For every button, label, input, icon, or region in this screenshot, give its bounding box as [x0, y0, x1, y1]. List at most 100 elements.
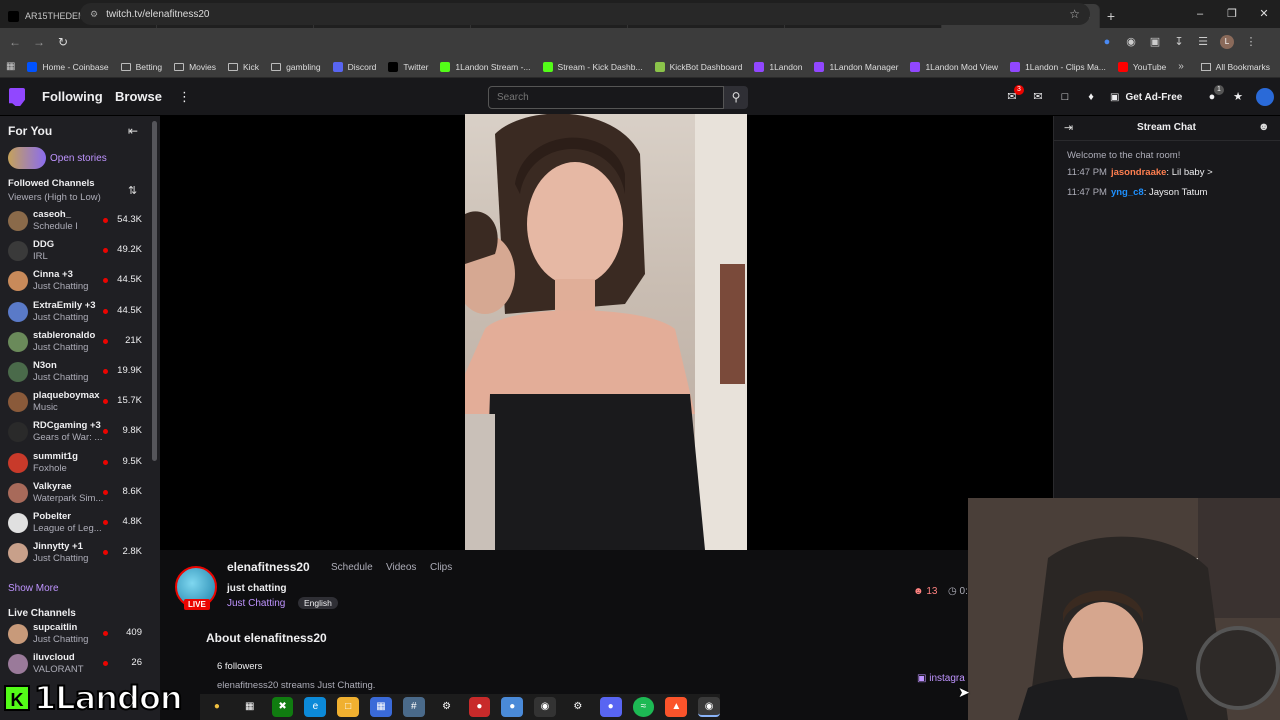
store-icon[interactable]: ▦: [370, 697, 392, 717]
back-icon[interactable]: ←: [3, 35, 27, 49]
bookmark-label: gambling: [286, 61, 321, 72]
download-icon[interactable]: ↧: [1172, 35, 1186, 49]
nav-following[interactable]: Following: [42, 89, 103, 104]
sort-icon[interactable]: ⇅: [128, 184, 137, 197]
stream-category-link[interactable]: Just Chatting: [227, 598, 285, 609]
more-bookmarks-icon[interactable]: »: [1178, 61, 1184, 72]
reload-icon[interactable]: ↻: [51, 35, 75, 49]
bookmark-item[interactable]: 1Landon Mod View: [910, 61, 998, 72]
chat-username[interactable]: yng_c8: [1111, 187, 1144, 198]
extension-icon[interactable]: ◉: [1124, 35, 1138, 49]
discord-icon[interactable]: ●: [599, 697, 622, 717]
get-ad-free-button[interactable]: ▣ Get Ad-Free: [1110, 87, 1182, 107]
stream-video-frame[interactable]: [465, 114, 747, 550]
extension-logo-icon[interactable]: ★: [1231, 89, 1245, 105]
bookmark-item[interactable]: Twitter: [388, 61, 428, 72]
browser-menu-icon[interactable]: ⋮: [1244, 35, 1258, 49]
sidebar-channel-item[interactable]: supcaitlin Just Chatting 409: [0, 619, 160, 649]
search-input[interactable]: [488, 86, 724, 109]
language-tag[interactable]: English: [298, 597, 338, 609]
crown-icon[interactable]: ♦: [1084, 89, 1098, 105]
task-view-icon[interactable]: ▦: [239, 697, 261, 717]
spotify-icon[interactable]: ≈: [632, 697, 655, 717]
bookmark-item[interactable]: Stream - Kick Dashb...: [542, 61, 643, 72]
about-heading: About elenafitness20: [206, 631, 327, 645]
nav-browse[interactable]: Browse: [115, 89, 162, 104]
windows-taskbar: ● ▦ ✖ e □ ▦ # ⚙ ● ● ◉ ⚙ ● ≈ ▲ ◉: [200, 694, 720, 720]
bookmark-item[interactable]: Betting: [120, 62, 162, 72]
sidebar-scrollbar[interactable]: [152, 121, 157, 461]
puzzle-icon[interactable]: ▣: [1148, 35, 1162, 49]
bookmark-item[interactable]: KickBot Dashboard: [654, 61, 742, 72]
calculator-icon[interactable]: #: [402, 697, 425, 717]
tab-schedule[interactable]: Schedule: [331, 562, 373, 573]
sidebar-channel-item[interactable]: Jinnytty +1 Just Chatting 2.8K: [0, 538, 160, 568]
channel-name: DDG: [33, 239, 55, 251]
forward-icon[interactable]: →: [27, 35, 51, 49]
mail-icon[interactable]: ✉: [1031, 89, 1045, 105]
brave-icon[interactable]: ▲: [665, 697, 688, 717]
chat-username[interactable]: jasondraake: [1111, 167, 1166, 178]
new-tab-button[interactable]: +: [1100, 4, 1122, 28]
media-icon[interactable]: ☰: [1196, 35, 1210, 49]
settings-icon[interactable]: ⚙: [436, 697, 458, 717]
open-stories-button[interactable]: Open stories: [8, 147, 107, 169]
twitch-logo-icon[interactable]: [9, 88, 25, 106]
bookmark-favicon-icon: [332, 61, 343, 72]
sidebar-channel-item[interactable]: ExtraEmily +3 Just Chatting 44.5K: [0, 297, 160, 327]
bookmark-item[interactable]: Kick: [228, 62, 259, 72]
chrome-icon[interactable]: ◉: [698, 697, 720, 717]
edge-icon[interactable]: e: [304, 697, 327, 717]
search-icon[interactable]: ⚲: [724, 86, 748, 109]
close-window-icon[interactable]: ✕: [1248, 0, 1280, 28]
sidebar-channel-item[interactable]: RDCgaming +3 Gears of War: ... 9.8K: [0, 417, 160, 447]
tab-clips[interactable]: Clips: [430, 562, 452, 573]
chat-users-icon[interactable]: ☻: [1258, 121, 1270, 133]
app-icon[interactable]: ⚙: [567, 697, 589, 717]
bookmark-item[interactable]: 1Landon Manager: [814, 61, 898, 72]
site-info-icon[interactable]: ⚙: [90, 9, 98, 20]
bookmark-item[interactable]: gambling: [271, 62, 321, 72]
sidebar-channel-item[interactable]: plaqueboymax Music 15.7K: [0, 387, 160, 417]
bookmark-item[interactable]: 1Landon Stream -...: [440, 61, 531, 72]
more-menu-icon[interactable]: ⋮: [178, 89, 191, 105]
minimize-icon[interactable]: –: [1184, 0, 1216, 28]
show-more-link[interactable]: Show More: [8, 583, 59, 594]
sidebar-channel-item[interactable]: stableronaldo Just Chatting 21K: [0, 327, 160, 357]
bookmark-item[interactable]: Discord: [332, 61, 376, 72]
sidebar-channel-item[interactable]: Pobelter League of Leg... 4.8K: [0, 508, 160, 538]
profile-icon[interactable]: L: [1220, 35, 1234, 49]
obs-icon[interactable]: ◉: [534, 697, 556, 717]
sidebar-channel-item[interactable]: iluvcloud VALORANT 26: [0, 649, 160, 679]
bookmark-item[interactable]: 1Landon - Clips Ma...: [1010, 61, 1106, 72]
instagram-link[interactable]: ▣ instagra: [917, 673, 965, 684]
file-explorer-icon[interactable]: □: [337, 697, 360, 717]
widgets-icon[interactable]: ●: [206, 697, 228, 717]
extension-icon[interactable]: ●: [1100, 35, 1114, 49]
url-field[interactable]: ⚙ twitch.tv/elenafitness20 ☆: [80, 3, 1090, 25]
bookmark-item[interactable]: Movies: [174, 62, 216, 72]
tab-favicon-icon: [8, 10, 19, 22]
collapse-sidebar-icon[interactable]: ⇤: [128, 124, 138, 138]
bookmark-item[interactable]: Home - Coinbase: [27, 61, 109, 72]
all-bookmarks[interactable]: All Bookmarks: [1200, 56, 1270, 78]
apps-grid-icon[interactable]: ▦: [6, 61, 15, 72]
whispers-icon[interactable]: □: [1058, 89, 1072, 105]
bookmark-item[interactable]: 1Landon: [754, 61, 802, 72]
sidebar-channel-item[interactable]: N3on Just Chatting 19.9K: [0, 357, 160, 387]
sidebar-channel-item[interactable]: caseoh_ Schedule I 54.3K: [0, 206, 160, 236]
live-dot-icon: [103, 248, 108, 254]
tab-videos[interactable]: Videos: [386, 562, 416, 573]
app-icon[interactable]: ●: [468, 697, 491, 717]
bookmark-star-icon[interactable]: ☆: [1069, 7, 1080, 21]
sidebar-channel-item[interactable]: DDG IRL 49.2K: [0, 236, 160, 266]
sidebar-channel-item[interactable]: Valkyrae Waterpark Sim... 8.6K: [0, 478, 160, 508]
channel-name[interactable]: elenafitness20: [227, 560, 310, 574]
xbox-icon[interactable]: ✖: [271, 697, 294, 717]
app-icon[interactable]: ●: [501, 697, 524, 717]
restore-icon[interactable]: ❐: [1216, 0, 1248, 28]
sidebar-channel-item[interactable]: Cinna +3 Just Chatting 44.5K: [0, 266, 160, 296]
sidebar-channel-item[interactable]: summit1g Foxhole 9.5K: [0, 448, 160, 478]
user-avatar[interactable]: [1256, 88, 1274, 106]
bookmark-item[interactable]: YouTube: [1117, 61, 1166, 72]
